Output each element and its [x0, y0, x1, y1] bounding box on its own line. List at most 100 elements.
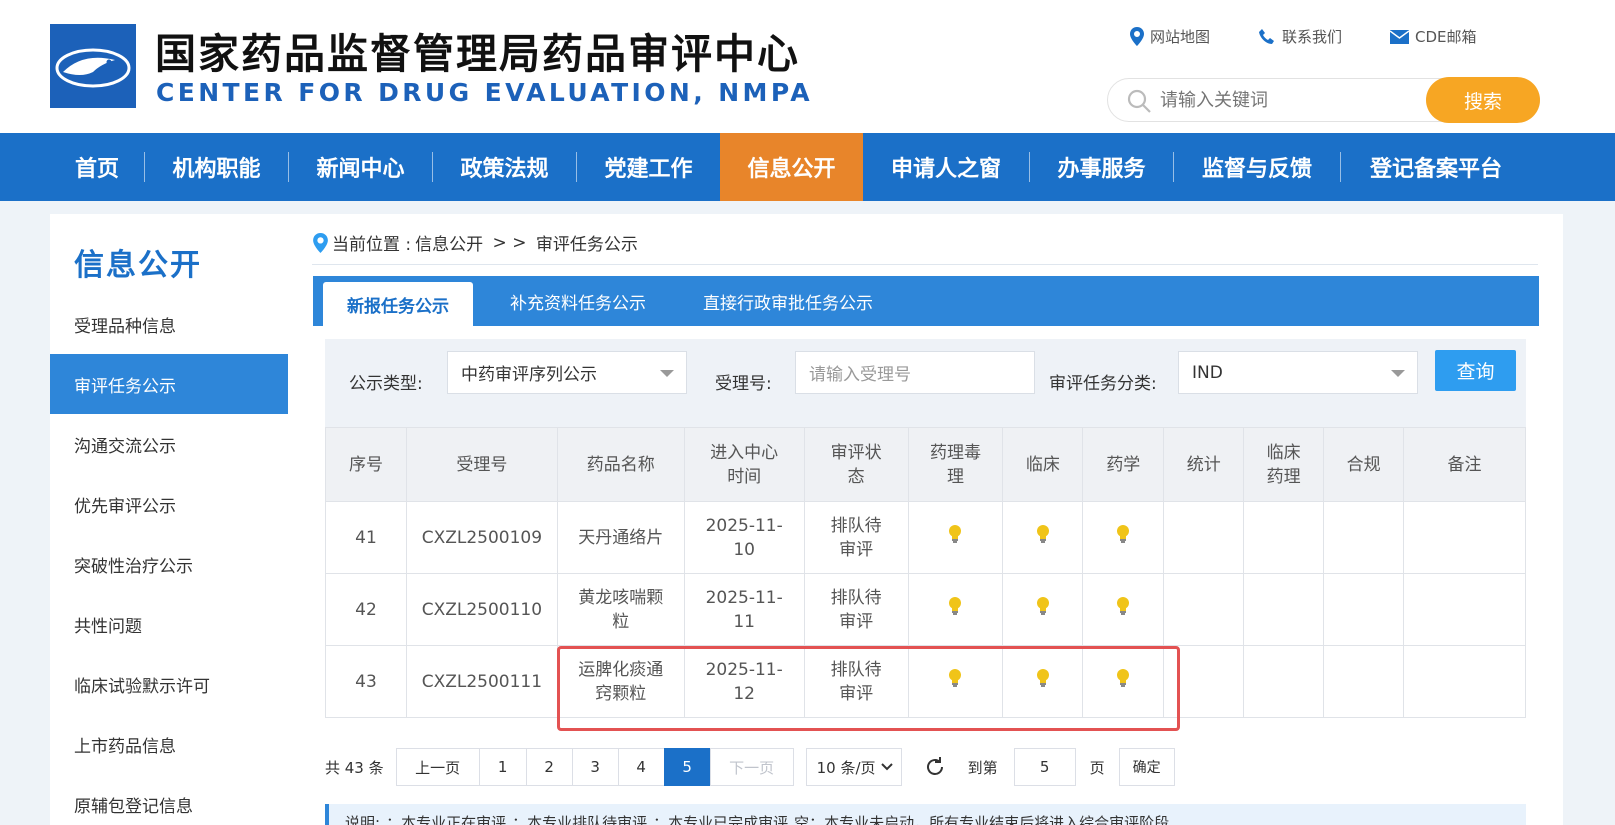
sidebar-item-accepted-varieties[interactable]: 受理品种信息 — [50, 294, 288, 354]
nav-info-public[interactable]: 信息公开 — [720, 133, 863, 201]
sidebar-item-breakthrough[interactable]: 突破性治疗公示 — [50, 534, 288, 594]
cell-remarks — [1403, 501, 1526, 574]
cell-no: 42 — [325, 573, 407, 646]
cell-pharm-status — [1082, 501, 1165, 574]
tab-bar: 新报任务公示 补充资料任务公示 直接行政审批任务公示 — [313, 276, 1539, 326]
nav-applicant[interactable]: 申请人之窗 — [863, 133, 1029, 201]
cell-clin-status — [1002, 573, 1084, 646]
sidebar-item-marketed-drugs[interactable]: 上市药品信息 — [50, 714, 288, 774]
next-page-button[interactable]: 下一页 — [709, 748, 794, 786]
lightbulb-icon — [1117, 669, 1130, 687]
sitemap-link[interactable]: 网站地图 — [1130, 26, 1210, 47]
sidebar-item-clinical-implied[interactable]: 临床试验默示许可 — [50, 654, 288, 714]
page-button-3[interactable]: 3 — [571, 748, 619, 786]
category-select-value: IND — [1192, 362, 1223, 383]
caret-down-icon — [660, 370, 674, 377]
cell-drug-name: 天丹通络片 — [556, 501, 685, 574]
main-nav: 首页 机构职能 新闻中心 政策法规 党建工作 信息公开 申请人之窗 办事服务 监… — [0, 133, 1615, 201]
cell-tox-status — [907, 645, 1004, 718]
cell-status: 排队待 审评 — [803, 645, 909, 718]
goto-confirm-button[interactable]: 确定 — [1118, 748, 1175, 786]
col-header-entry-time: 进入中心 时间 — [683, 427, 805, 502]
contact-link[interactable]: 联系我们 — [1258, 26, 1342, 47]
cell-statistics — [1163, 573, 1245, 646]
table-row: 42 CXZL2500110 黄龙咳喘颗 粒 2025-11- 11 排队待 审评 — [325, 573, 1526, 646]
sidebar-item-common-issues[interactable]: 共性问题 — [50, 594, 288, 654]
sidebar-item-excipient-registry[interactable]: 原辅包登记信息 — [50, 774, 288, 825]
search-input[interactable] — [1160, 85, 1400, 115]
nav-registration[interactable]: 登记备案平台 — [1341, 133, 1531, 201]
caret-down-icon — [1391, 370, 1405, 377]
page-button-2[interactable]: 2 — [525, 748, 573, 786]
type-select[interactable]: 中药审评序列公示 — [447, 351, 687, 394]
cell-status: 排队待 审评 — [803, 573, 909, 646]
main-panel: 当前位置 : 信息公开 > > 审评任务公示 新报任务公示 补充资料任务公示 直… — [288, 214, 1563, 825]
sidebar-item-review-tasks[interactable]: 审评任务公示 — [50, 354, 288, 414]
col-header-accept-no: 受理号 — [405, 427, 558, 502]
cell-tox-status — [907, 501, 1004, 574]
mail-link[interactable]: CDE邮箱 — [1390, 26, 1477, 47]
breadcrumb-parent[interactable]: 信息公开 — [415, 230, 483, 255]
refresh-icon[interactable] — [924, 756, 946, 778]
location-pin-icon — [1130, 27, 1144, 46]
page-size-select[interactable]: 10 条/页 — [805, 748, 902, 786]
site-subtitle: CENTER FOR DRUG EVALUATION, NMPA — [156, 78, 814, 107]
review-task-table: 序号 受理号 药品名称 进入中心 时间 审评状态 药理毒理 临床 药学 统计 临床… — [325, 427, 1526, 718]
accept-no-input[interactable]: 请输入受理号 — [795, 351, 1035, 394]
lightbulb-icon — [1036, 669, 1049, 687]
sidebar-title: 信息公开 — [74, 248, 202, 283]
cell-accept-no: CXZL2500111 — [405, 645, 558, 718]
cell-status: 排队待 审评 — [803, 501, 909, 574]
col-header-clinical-pharmacology: 临床 药理 — [1243, 427, 1325, 502]
chevron-down-icon — [880, 763, 893, 771]
sitemap-label: 网站地图 — [1150, 28, 1211, 46]
cell-accept-no: CXZL2500110 — [405, 573, 558, 646]
legend-item-queued: ：本专业排队待审评 — [512, 814, 648, 825]
cell-pharm-status — [1082, 573, 1165, 646]
goto-page-input[interactable]: 5 — [1013, 748, 1076, 786]
sidebar: 信息公开 受理品种信息 审评任务公示 沟通交流公示 优先审评公示 突破性治疗公示… — [50, 214, 288, 825]
cell-clinical-pharmacology — [1243, 501, 1325, 574]
cell-drug-name: 黄龙咳喘颗 粒 — [556, 573, 685, 646]
goto-unit: 页 — [1089, 758, 1105, 777]
col-header-no: 序号 — [325, 427, 407, 502]
nav-home[interactable]: 首页 — [50, 133, 144, 201]
prev-page-button[interactable]: 上一页 — [395, 748, 480, 786]
cell-compliance — [1323, 645, 1405, 718]
legend-item-reviewing: ：本专业正在审评 — [386, 814, 507, 825]
page-button-5[interactable]: 5 — [663, 748, 711, 786]
lightbulb-icon — [1036, 525, 1049, 543]
type-select-value: 中药审评序列公示 — [461, 365, 597, 385]
col-header-pharmacology-tox: 药理毒理 — [907, 427, 1004, 502]
search-button[interactable]: 搜索 — [1426, 77, 1540, 123]
page-button-4[interactable]: 4 — [617, 748, 665, 786]
table-row: 43 CXZL2500111 运脾化痰通 窍颗粒 2025-11- 12 排队待 审评 — [325, 645, 1526, 718]
col-header-status: 审评状态 — [803, 427, 909, 502]
category-select[interactable]: IND — [1178, 351, 1418, 394]
col-header-compliance: 合规 — [1323, 427, 1405, 502]
nav-services[interactable]: 办事服务 — [1030, 133, 1173, 201]
lightbulb-icon — [949, 525, 962, 543]
top-links: 网站地图 联系我们 CDE邮箱 — [1130, 26, 1525, 47]
col-header-pharmacy: 药学 — [1082, 427, 1165, 502]
legend-item-not-started: 空：本专业未启动，所有专业结束后将进入综合审评阶段 — [794, 814, 1170, 825]
logo[interactable] — [50, 24, 136, 108]
pagination: 共 43 条 上一页 1 2 3 4 5 下一页 10 条/页 到第 5 页 确… — [325, 748, 1175, 786]
nav-supervision[interactable]: 监督与反馈 — [1174, 133, 1340, 201]
sidebar-item-priority-review[interactable]: 优先审评公示 — [50, 474, 288, 534]
nav-news[interactable]: 新闻中心 — [289, 133, 432, 201]
lightbulb-icon — [949, 597, 962, 615]
sidebar-item-communication[interactable]: 沟通交流公示 — [50, 414, 288, 474]
legend-label: 说明: — [345, 814, 381, 825]
query-button[interactable]: 查询 — [1435, 350, 1516, 391]
nav-policy[interactable]: 政策法规 — [433, 133, 576, 201]
nav-functions[interactable]: 机构职能 — [145, 133, 288, 201]
cell-entry-time: 2025-11- 11 — [683, 573, 805, 646]
goto-label: 到第 — [967, 758, 998, 777]
nav-party[interactable]: 党建工作 — [577, 133, 720, 201]
location-pin-icon — [313, 232, 328, 253]
tab-supplement-tasks[interactable]: 补充资料任务公示 — [493, 276, 663, 326]
tab-new-tasks[interactable]: 新报任务公示 — [323, 282, 473, 326]
page-button-1[interactable]: 1 — [478, 748, 527, 786]
tab-direct-approval-tasks[interactable]: 直接行政审批任务公示 — [688, 276, 888, 326]
